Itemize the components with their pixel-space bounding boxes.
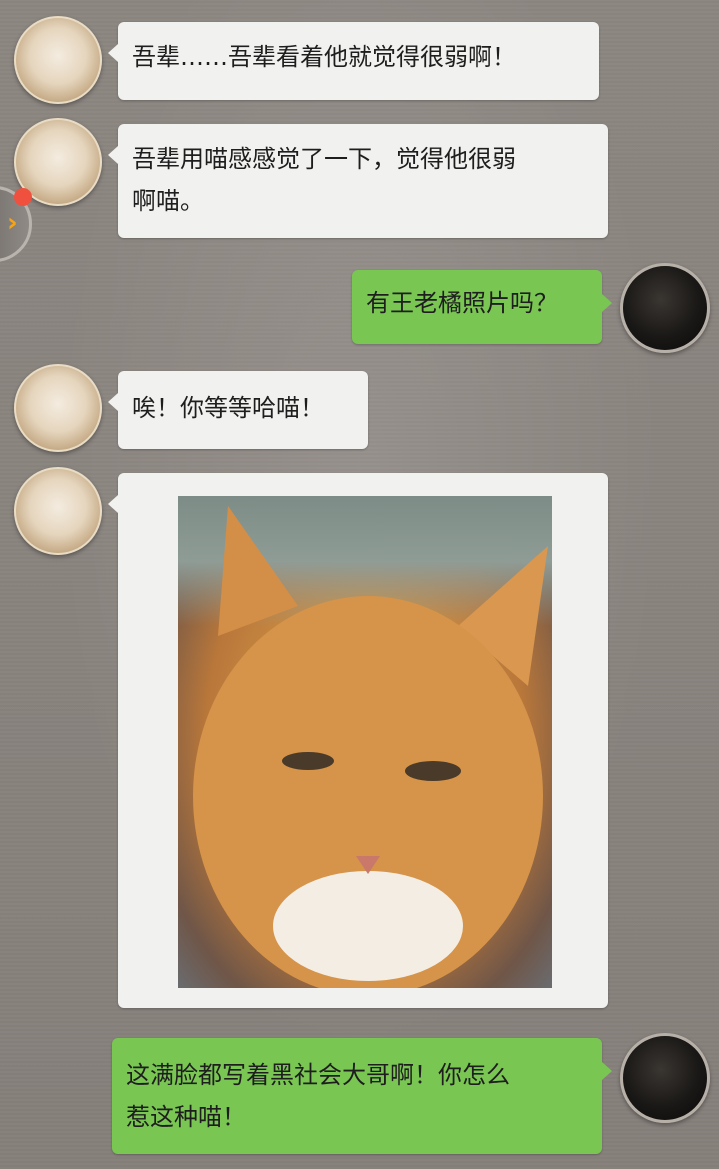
bubble-tail xyxy=(108,44,118,62)
chevron-right-icon: › xyxy=(7,208,18,238)
orange-cat-photo[interactable] xyxy=(178,496,552,988)
message-text: 这满脸都写着黑社会大哥啊！你怎么 惹这种喵！ xyxy=(126,1061,510,1131)
message-bubble-sent[interactable]: 有王老橘照片吗？ xyxy=(352,270,612,344)
message-text: 有王老橘照片吗？ xyxy=(366,289,558,317)
user-avatar[interactable] xyxy=(620,1033,710,1123)
bubble-tail xyxy=(108,495,118,513)
message-text: 唉！你等等哈喵！ xyxy=(132,394,324,422)
message-text: 吾辈……吾辈看着他就觉得很弱啊！ xyxy=(132,43,516,71)
cat-avatar[interactable] xyxy=(14,364,102,452)
message-text: 吾辈用喵感感觉了一下，觉得他很弱 啊喵。 xyxy=(132,145,516,215)
notification-dot xyxy=(14,188,32,206)
cat-avatar[interactable] xyxy=(14,467,102,555)
bubble-tail xyxy=(602,294,612,312)
cat-eye-left xyxy=(282,752,334,770)
cat-eye-right xyxy=(405,761,461,781)
message-bubble-received[interactable]: 吾辈……吾辈看着他就觉得很弱啊！ xyxy=(108,22,599,100)
bubble-tail xyxy=(108,146,118,164)
bubble-tail xyxy=(108,393,118,411)
cat-avatar[interactable] xyxy=(14,16,102,104)
message-bubble-sent[interactable]: 这满脸都写着黑社会大哥啊！你怎么 惹这种喵！ xyxy=(112,1038,612,1154)
cat-ear-left xyxy=(218,506,298,636)
cat-chin xyxy=(273,871,463,981)
user-avatar[interactable] xyxy=(620,263,710,353)
message-bubble-received[interactable]: 吾辈用喵感感觉了一下，觉得他很弱 啊喵。 xyxy=(108,124,608,238)
bubble-tail xyxy=(602,1062,612,1080)
message-bubble-received[interactable]: 唉！你等等哈喵！ xyxy=(108,371,368,449)
cat-face-illustration xyxy=(193,506,548,988)
